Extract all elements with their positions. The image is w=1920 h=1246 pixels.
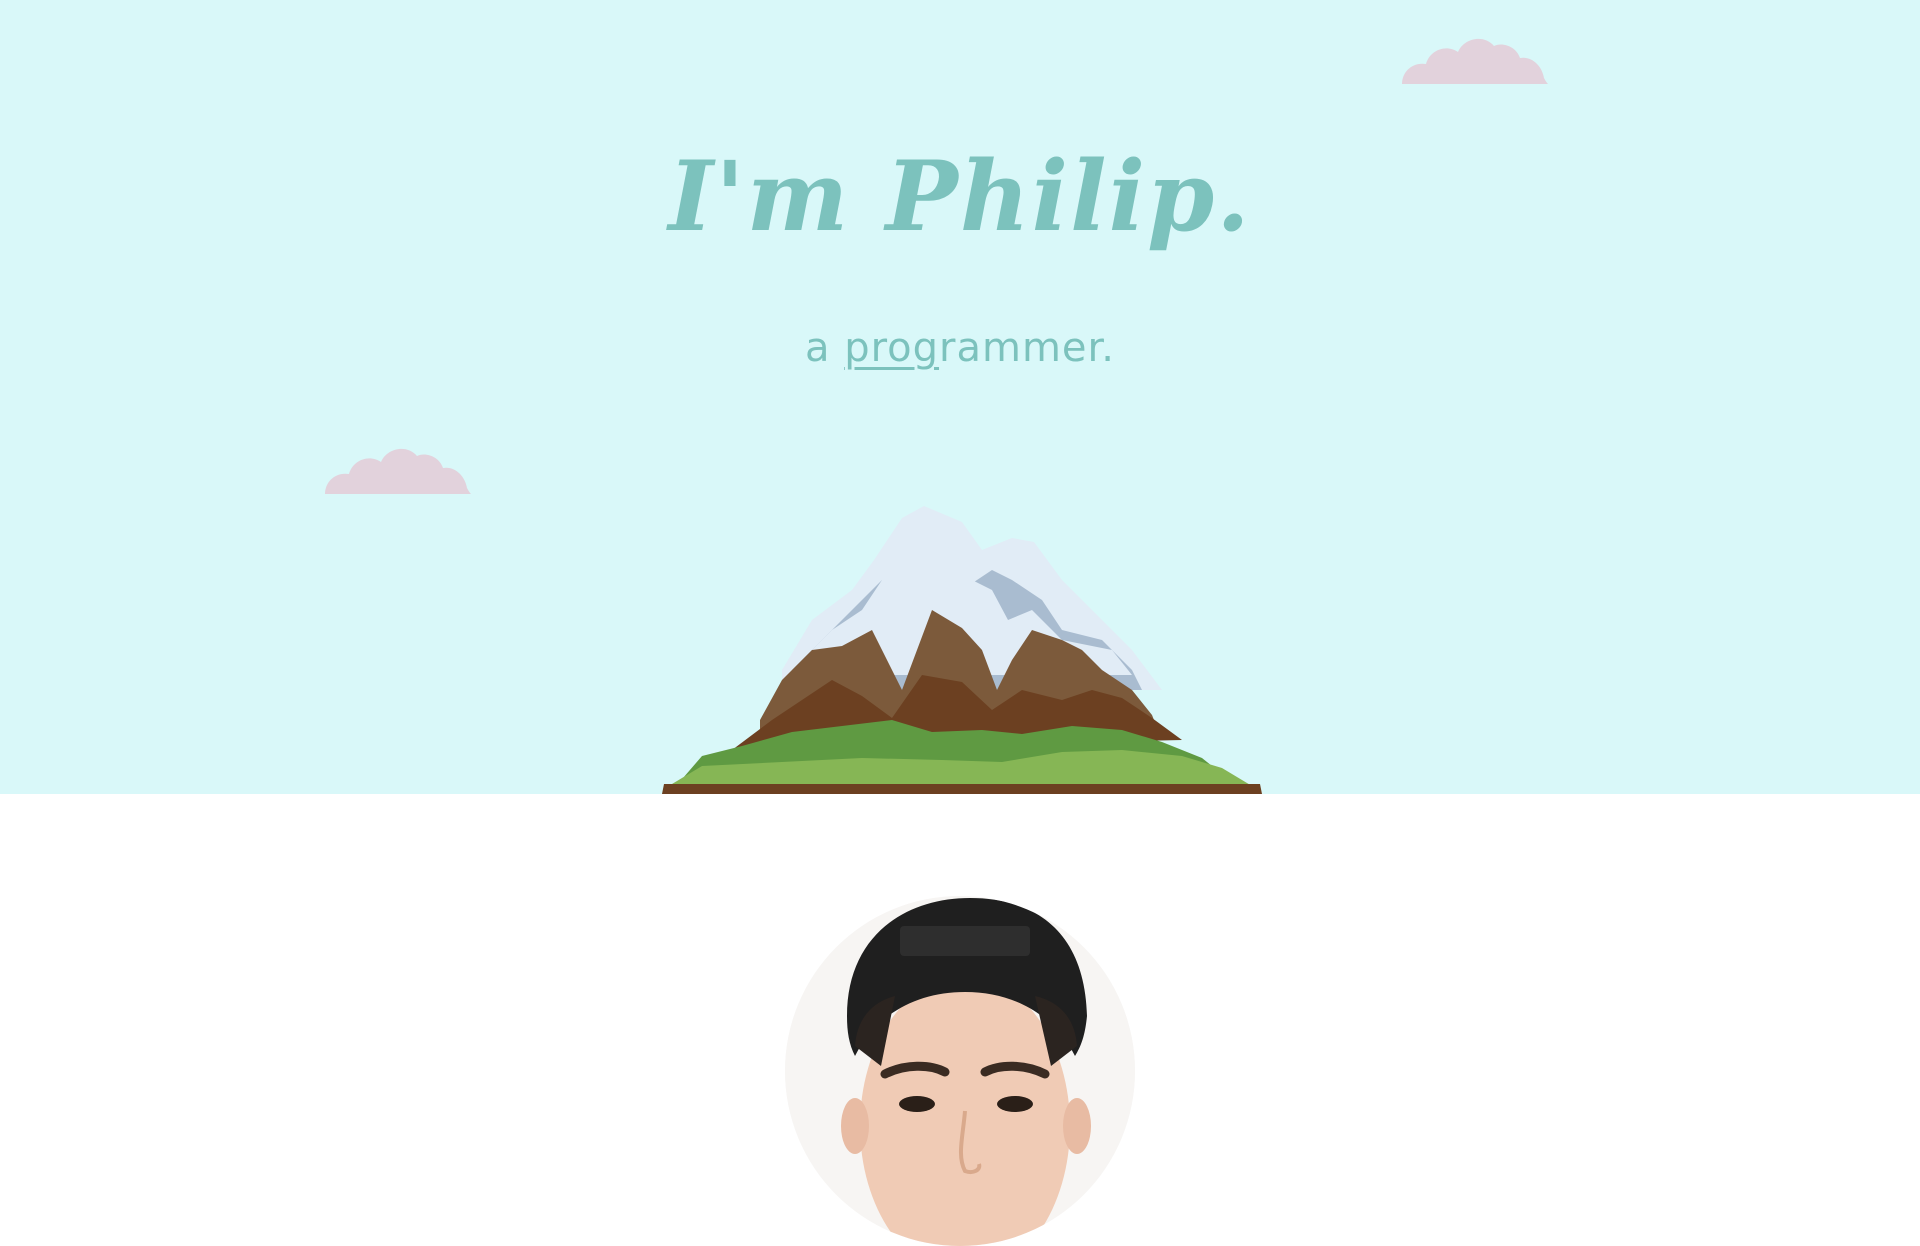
- cloud-icon: [1402, 38, 1548, 84]
- subtitle-typed-highlight: prog: [844, 325, 940, 371]
- cloud-icon: [325, 448, 471, 494]
- profile-photo: [785, 896, 1135, 1246]
- typed-subtitle: a programmer.: [0, 325, 1920, 371]
- page-title: I'm Philip.: [668, 140, 1252, 253]
- subtitle-prefix: a: [804, 325, 845, 371]
- mountain-illustration: [662, 506, 1262, 794]
- avatar: [785, 896, 1135, 1246]
- hero-section: I'm Philip. a programmer.: [0, 0, 1920, 794]
- about-section: [0, 794, 1920, 1246]
- subtitle-rest: rammer.: [939, 325, 1116, 371]
